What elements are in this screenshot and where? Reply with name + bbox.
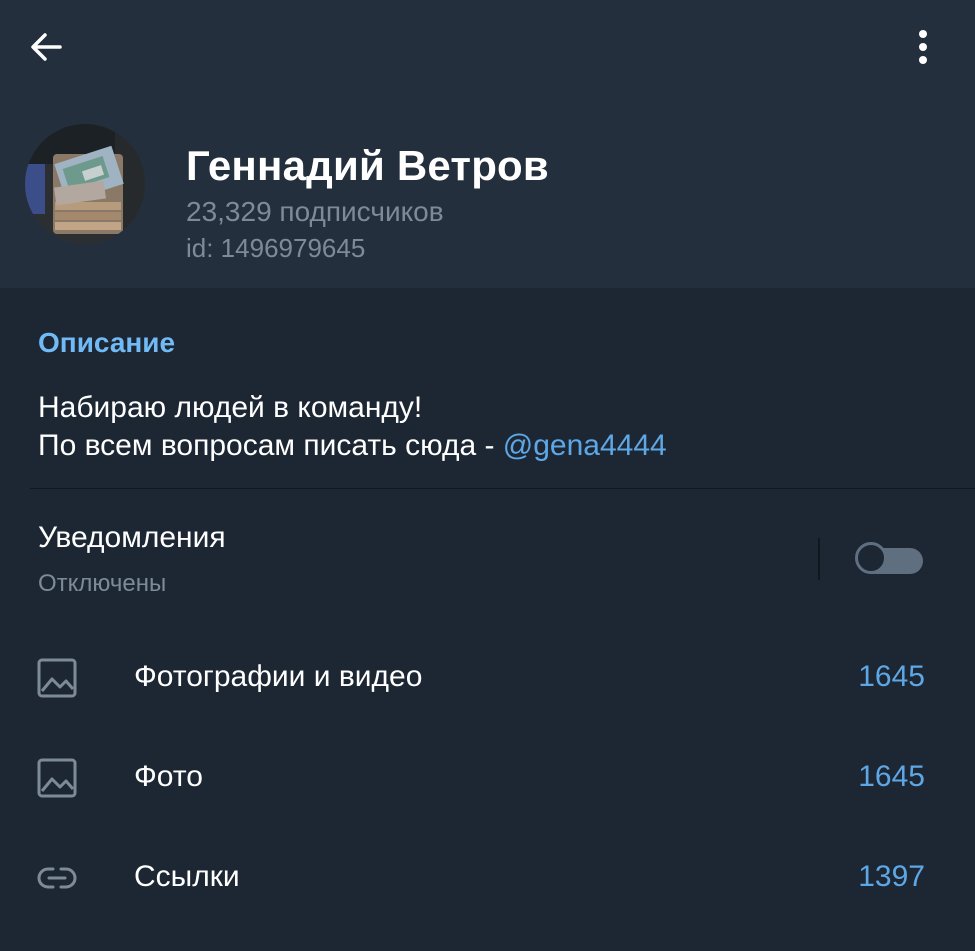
channel-profile-screen: Геннадий Ветров 23,329 подписчиков id: 1… xyxy=(0,0,975,951)
media-row-links[interactable]: Ссылки 1397 xyxy=(0,829,975,929)
description-section-title: Описание xyxy=(38,327,176,358)
channel-name: Геннадий Ветров xyxy=(186,142,549,189)
media-row-label: Ссылки xyxy=(134,860,240,893)
description-line-2-text: По всем вопросам писать сюда - xyxy=(38,429,503,462)
toggle-knob xyxy=(855,542,887,574)
more-options-button[interactable] xyxy=(900,24,946,70)
notifications-title[interactable]: Уведомления xyxy=(38,521,226,555)
description-line-2: По всем вопросам писать сюда - @gena4444 xyxy=(38,427,667,465)
link-icon xyxy=(37,867,77,889)
media-row-count: 1645 xyxy=(858,760,925,793)
notifications-toggle[interactable] xyxy=(855,542,925,578)
media-row-photos[interactable]: Фото 1645 xyxy=(0,729,975,829)
profile-header: Геннадий Ветров 23,329 подписчиков id: 1… xyxy=(0,0,975,288)
back-button[interactable] xyxy=(24,24,70,70)
description-text: Набираю людей в команду! По всем вопроса… xyxy=(38,389,667,465)
description-line-1: Набираю людей в команду! xyxy=(38,391,423,424)
media-row-label: Фото xyxy=(134,760,203,793)
back-arrow-icon xyxy=(31,33,62,61)
image-icon xyxy=(37,758,77,798)
channel-avatar[interactable] xyxy=(25,124,145,244)
media-row-count: 1645 xyxy=(858,660,925,693)
more-vertical-icon xyxy=(919,30,927,64)
subscriber-count: 23,329 подписчиков xyxy=(186,196,444,227)
section-divider xyxy=(30,488,975,489)
image-icon xyxy=(37,658,77,698)
notifications-status: Отключены xyxy=(38,570,167,597)
media-row-photos-videos[interactable]: Фотографии и видео 1645 xyxy=(0,629,975,729)
notifications-separator xyxy=(818,538,820,580)
avatar-image xyxy=(25,124,145,244)
media-row-label: Фотографии и видео xyxy=(134,660,423,693)
channel-id: id: 1496979645 xyxy=(186,233,366,263)
username-link[interactable]: @gena4444 xyxy=(503,429,667,462)
media-row-count: 1397 xyxy=(858,860,925,893)
